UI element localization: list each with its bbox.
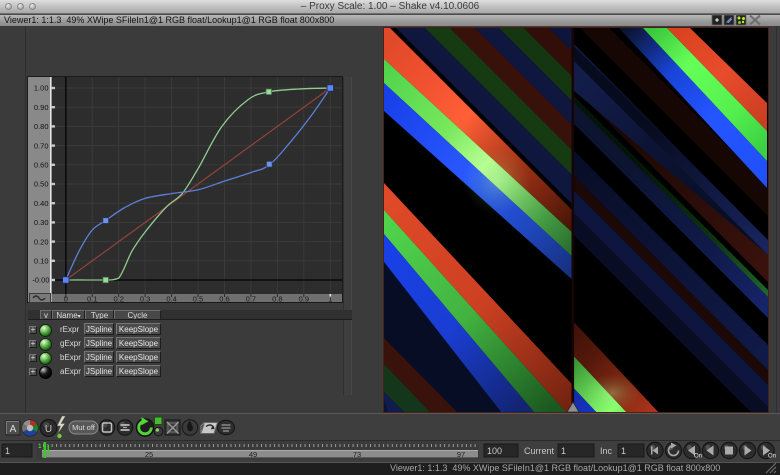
svg-text:1: 1	[328, 295, 332, 304]
svg-text:U: U	[45, 424, 52, 435]
svg-text:0.40: 0.40	[34, 199, 49, 208]
svg-text:0.10: 0.10	[34, 257, 49, 266]
svg-text:73: 73	[353, 450, 361, 459]
svg-text:On: On	[768, 454, 776, 460]
svg-text:0: 0	[64, 295, 68, 304]
svg-text:0.60: 0.60	[34, 161, 49, 170]
svg-text:0.3: 0.3	[140, 295, 150, 304]
svg-text:0.6: 0.6	[219, 295, 229, 304]
svg-text:0.1: 0.1	[87, 295, 97, 304]
svg-text:100: 100	[487, 446, 502, 456]
svg-text:0.7: 0.7	[246, 295, 256, 304]
svg-text:1: 1	[5, 446, 10, 456]
svg-text:0.30: 0.30	[34, 218, 49, 227]
svg-text:0.2: 0.2	[113, 295, 123, 304]
svg-text:0.20: 0.20	[34, 237, 49, 246]
svg-text:0.50: 0.50	[34, 180, 49, 189]
svg-text:0.80: 0.80	[34, 122, 49, 131]
svg-text:1: 1	[38, 443, 42, 450]
svg-text:0.4: 0.4	[166, 295, 176, 304]
svg-text:25: 25	[145, 450, 153, 459]
svg-text:97: 97	[457, 450, 465, 459]
svg-text:0.5: 0.5	[193, 295, 203, 304]
svg-text:1.00: 1.00	[34, 84, 49, 93]
svg-text:Inc: Inc	[600, 446, 613, 456]
svg-text:1: 1	[561, 446, 566, 456]
svg-text:49: 49	[249, 450, 257, 459]
svg-text:0.70: 0.70	[34, 141, 49, 150]
svg-text:-0.00: -0.00	[32, 276, 49, 285]
svg-text:On: On	[694, 454, 702, 460]
svg-text:Mut off: Mut off	[72, 423, 96, 432]
svg-text:0.90: 0.90	[34, 103, 49, 112]
svg-text:Current: Current	[524, 446, 555, 456]
svg-text:0.9: 0.9	[299, 295, 309, 304]
svg-text:1: 1	[621, 446, 626, 456]
svg-text:A: A	[10, 424, 17, 435]
svg-text:0.8: 0.8	[272, 295, 282, 304]
